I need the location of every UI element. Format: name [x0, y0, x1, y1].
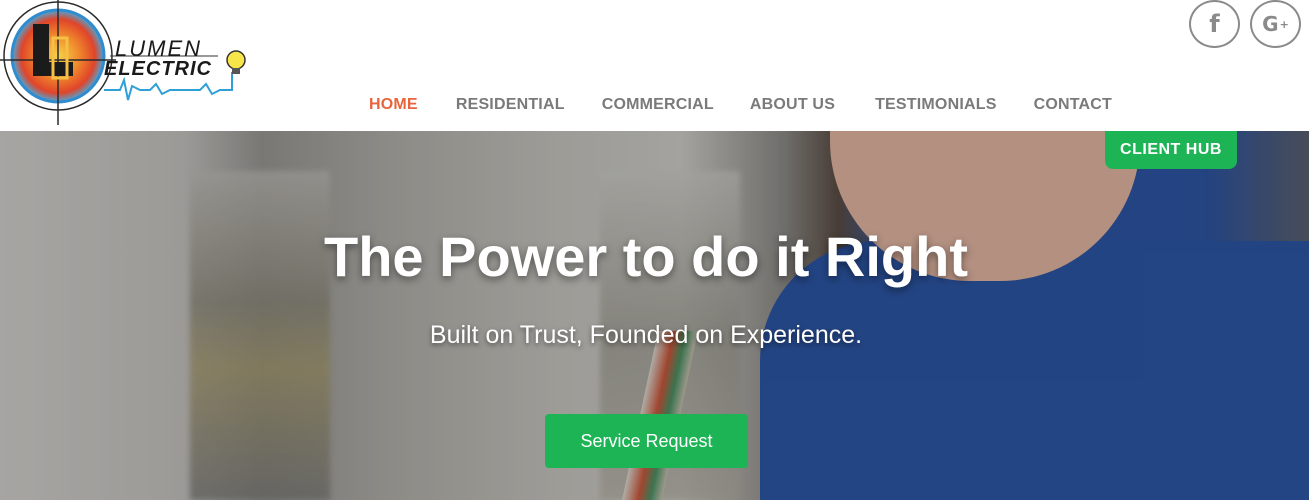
- nav-item-residential[interactable]: RESIDENTIAL: [456, 96, 565, 114]
- nav-item-testimonials[interactable]: TESTIMONIALS: [875, 96, 997, 114]
- nav-item-home[interactable]: HOME: [369, 96, 418, 114]
- logo-text-electric: ELECTRIC: [104, 58, 212, 80]
- logo[interactable]: LUMEN ELECTRIC: [0, 0, 250, 125]
- main-nav: HOME RESIDENTIAL COMMERCIAL ABOUT US TES…: [369, 96, 1112, 114]
- google-plus-icon[interactable]: G +: [1250, 0, 1301, 48]
- nav-item-commercial[interactable]: COMMERCIAL: [602, 96, 714, 114]
- nav-item-about-us[interactable]: ABOUT US: [750, 96, 835, 114]
- nav-item-contact[interactable]: CONTACT: [1034, 96, 1112, 114]
- site-header: LUMEN ELECTRIC f G + HOME RESIDENTIAL COM…: [0, 0, 1309, 131]
- facebook-glyph: f: [1209, 10, 1220, 38]
- google-plus-glyph: G: [1262, 12, 1279, 36]
- facebook-icon[interactable]: f: [1189, 0, 1240, 48]
- service-request-button[interactable]: Service Request: [545, 414, 748, 468]
- hero-subtitle: Built on Trust, Founded on Experience.: [429, 321, 863, 349]
- client-hub-button[interactable]: CLIENT HUB: [1105, 131, 1237, 169]
- social-links: f G +: [1189, 0, 1301, 48]
- google-plus-sup: +: [1279, 17, 1289, 31]
- hero-title: The Power to do it Right: [324, 225, 968, 288]
